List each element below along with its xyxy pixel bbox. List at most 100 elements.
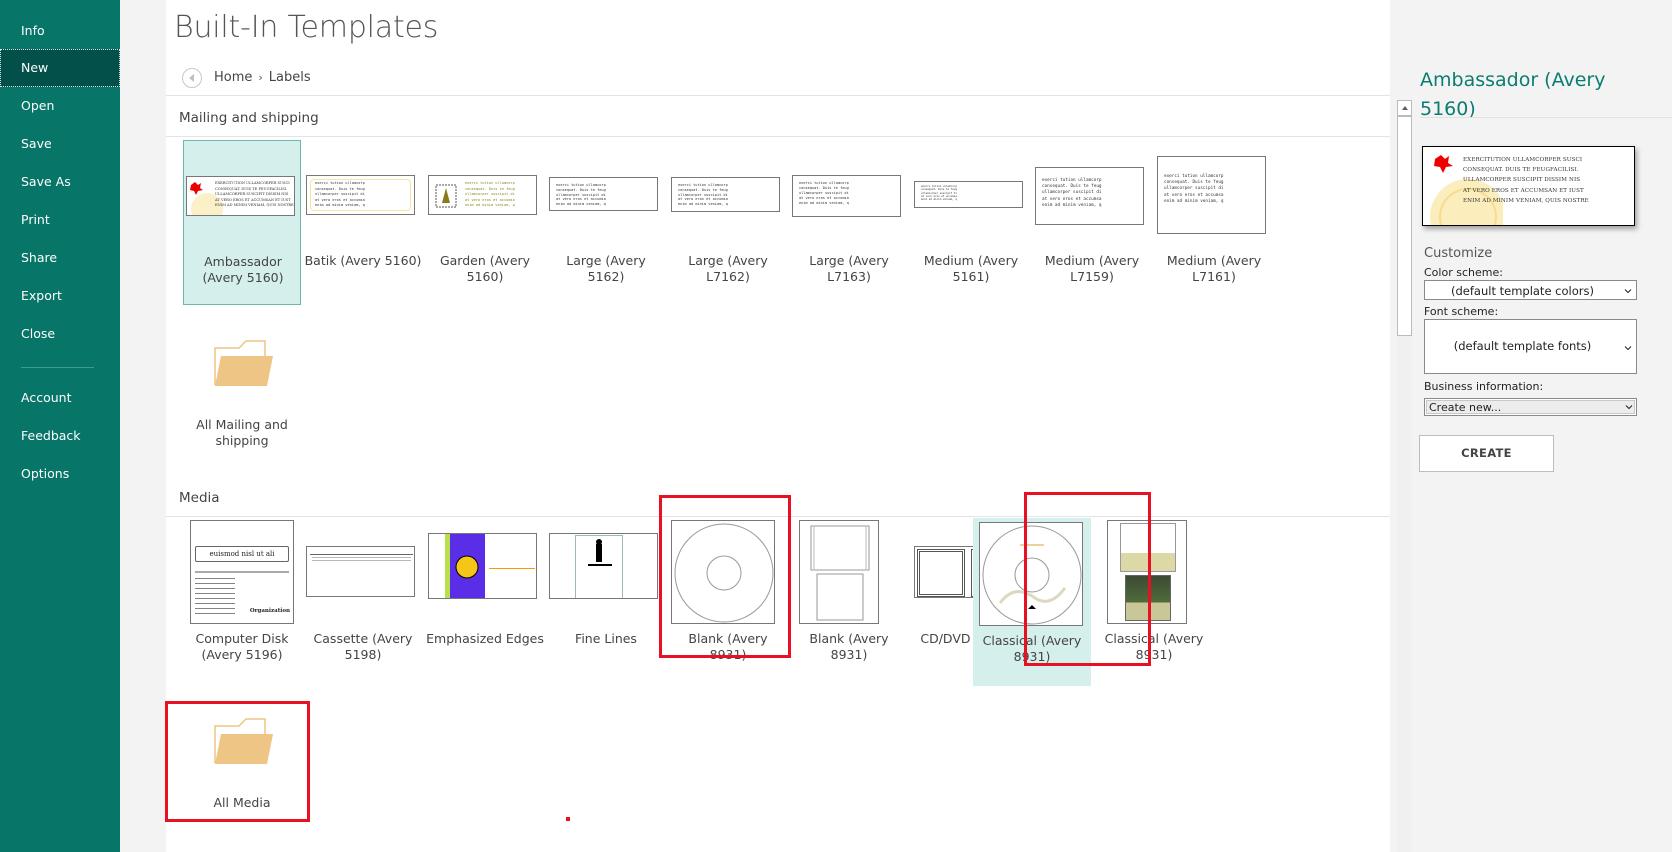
template-large-l7163[interactable]: exerci tution ullamcorp consequat. Duis … [790, 140, 908, 305]
back-arrow-icon [188, 74, 194, 82]
template-batik-5160[interactable]: exerci tution ullamcorp consequat. Duis … [304, 140, 422, 305]
template-cassette-5198[interactable]: Cassette (Avery 5198) [304, 518, 422, 683]
sidebar-item-feedback[interactable]: Feedback [0, 417, 120, 455]
template-thumbnail: euismod nisl ut ali Organization [190, 520, 294, 624]
template-large-5162[interactable]: exerci tution ullamcorp consequat. Duis … [547, 140, 665, 305]
template-thumbnail [549, 533, 658, 599]
sidebar-item-new[interactable]: New [0, 49, 120, 87]
jewel-case-icon [810, 525, 870, 621]
sidebar-item-save[interactable]: Save [0, 125, 120, 163]
thumbnail-text: exerci tution ullamcorp consequat. Duis … [1042, 178, 1102, 208]
template-label: Blank (Avery 8931) [688, 631, 768, 662]
folder-all-mailing-and-shipping[interactable]: All Mailing and shipping [183, 320, 301, 460]
cassette-rule [310, 554, 413, 555]
edge-panel-purple [450, 534, 485, 598]
breadcrumb: Home › Labels [214, 70, 311, 85]
sidebar-item-info[interactable]: Info [0, 12, 120, 50]
template-label: Medium (Avery L7161) [1166, 253, 1262, 284]
color-scheme-select[interactable]: (default template colors) [1424, 280, 1637, 300]
chevron-down-icon [1624, 346, 1632, 351]
template-label: Computer Disk (Avery 5196) [195, 631, 289, 662]
case-back [1125, 575, 1171, 621]
template-thumbnail: exerci tution ullamcorp consequat. Duis … [306, 175, 415, 215]
customize-heading: Customize [1424, 246, 1493, 261]
backstage-sidebar: Info New Open Save Save As Print Share E… [0, 0, 120, 852]
breadcrumb-separator: › [258, 71, 263, 84]
thumbnail-text: EXERCITUTION ULLAMCORPER SUSCI CONSEQUAT… [215, 181, 294, 208]
back-button[interactable] [182, 68, 202, 88]
template-preview: EXERCITUTION ULLAMCORPER SUSCI CONSEQUAT… [1422, 146, 1635, 226]
template-label: Batik (Avery 5160) [304, 253, 422, 268]
folder-all-media[interactable]: All Media [183, 700, 301, 810]
folder-label: All Media [213, 795, 271, 810]
business-info-value: Create new... [1426, 400, 1635, 414]
template-thumbnail [979, 522, 1083, 626]
folder-icon [214, 340, 273, 386]
template-details-title: Ambassador (Avery 5160) [1420, 69, 1606, 120]
template-label: Fine Lines [575, 631, 637, 646]
template-medium-l7159[interactable]: exerci tution ullamcorp consequat. Duis … [1033, 140, 1151, 305]
thumbnail-text: exerci tution ullamcorp consequat. Duis … [1164, 174, 1224, 204]
divider [1420, 117, 1672, 118]
template-label: Medium (Avery L7159) [1044, 253, 1140, 284]
sidebar-item-export[interactable]: Export [0, 277, 120, 315]
section-title-mailing: Mailing and shipping [179, 110, 319, 126]
disk-rule [195, 571, 289, 573]
template-ambassador-5160[interactable]: EXERCITUTION ULLAMCORPER SUSCI CONSEQUAT… [183, 140, 301, 305]
template-medium-l7161[interactable]: exerci tution ullamcorp consequat. Duis … [1155, 140, 1273, 305]
template-thumbnail [428, 533, 537, 599]
create-button[interactable]: CREATE [1419, 435, 1554, 472]
thumbnail-text: exerci tution ullamcorp consequat. Duis … [315, 181, 365, 208]
sidebar-item-print[interactable]: Print [0, 201, 120, 239]
color-scheme-value: (default template colors) [1451, 284, 1594, 298]
preview-text: EXERCITUTION ULLAMCORPER SUSCI CONSEQUAT… [1463, 157, 1589, 204]
disk-address-lines [195, 578, 235, 618]
template-label: Large (Avery 5162) [566, 253, 646, 284]
template-details-panel: Ambassador (Avery 5160) EXERCITUTION ULL… [1412, 0, 1672, 852]
disk-title: euismod nisl ut ali [195, 546, 289, 562]
divider [166, 136, 1390, 137]
template-label: Garden (Avery 5160) [439, 253, 531, 284]
thumbnail-text: exerci tution ullamcorp consequat. Duis … [465, 181, 515, 208]
thumbnail-text: exerci tution ullamcorp consequat. Duis … [556, 183, 606, 207]
template-medium-5161[interactable]: exerci tution ullamcorp consequat. Duis … [912, 140, 1030, 305]
font-scheme-value: (default template fonts) [1453, 339, 1592, 353]
sidebar-divider [21, 367, 94, 368]
sidebar-item-options[interactable]: Options [0, 455, 120, 493]
template-computer-disk-5196[interactable]: euismod nisl ut ali Organization Compute… [183, 518, 301, 683]
template-thumbnail [306, 546, 415, 597]
template-garden-5160[interactable]: exerci tution ullamcorp consequat. Duis … [426, 140, 544, 305]
font-scheme-select[interactable]: (default template fonts) [1424, 319, 1637, 374]
sidebar-item-close[interactable]: Close [0, 315, 120, 353]
emblem-icon [455, 555, 479, 579]
template-label: Classical (Avery 8931) [982, 633, 1082, 664]
sidebar-item-share[interactable]: Share [0, 239, 120, 277]
gallery-scrollbar[interactable] [1397, 100, 1412, 852]
template-thumbnail [671, 520, 775, 624]
breadcrumb-home[interactable]: Home [214, 70, 252, 85]
business-info-label: Business information: [1424, 380, 1544, 393]
sidebar-item-account[interactable]: Account [0, 379, 120, 417]
sidebar-item-open[interactable]: Open [0, 87, 120, 125]
cassette-lines [312, 557, 411, 562]
sidebar-item-save-as[interactable]: Save As [0, 163, 120, 201]
template-label: Ambassador (Avery 5160) [202, 254, 284, 285]
template-blank-8931-cd[interactable]: Blank (Avery 8931) [669, 518, 787, 683]
section-title-media: Media [179, 490, 220, 506]
template-fine-lines[interactable]: Fine Lines [547, 518, 665, 683]
divider [166, 95, 1390, 96]
business-info-select[interactable]: Create new... [1424, 398, 1637, 416]
musician-icon [588, 539, 612, 566]
template-large-l7162[interactable]: exerci tution ullamcorp consequat. Duis … [669, 140, 787, 305]
template-emphasized-edges[interactable]: Emphasized Edges [426, 518, 544, 683]
template-blank-8931-case[interactable]: Blank (Avery 8931) [790, 518, 908, 683]
divider [166, 516, 1390, 517]
edge-rule [489, 568, 535, 569]
scroll-up-button[interactable] [1397, 100, 1412, 116]
template-classical-8931-cd[interactable]: Classical (Avery 8931) [973, 518, 1091, 686]
template-thumbnail: exerci tution ullamcorp consequat. Duis … [1035, 167, 1144, 225]
template-classical-8931-case[interactable]: Classical (Avery 8931) [1095, 518, 1213, 683]
scroll-thumb[interactable] [1397, 116, 1412, 336]
templates-gallery: Built-In Templates Home › Labels Mailing… [165, 0, 1390, 852]
case-front [1120, 523, 1176, 572]
